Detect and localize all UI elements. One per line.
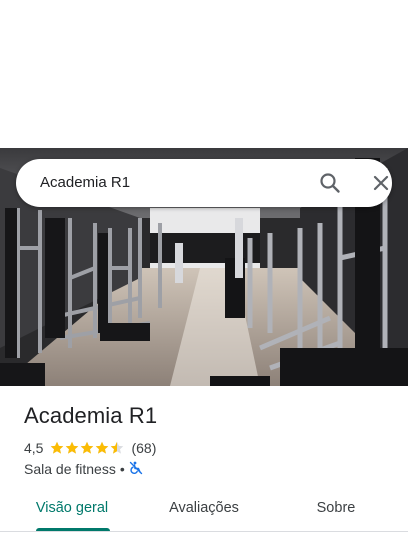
star-icon — [81, 441, 94, 454]
separator-dot: • — [119, 461, 125, 477]
tab-reviews[interactable]: Avaliações — [156, 490, 252, 528]
close-icon[interactable] — [367, 169, 395, 197]
star-icon — [111, 441, 124, 454]
star-rating — [50, 441, 125, 455]
search-bar[interactable]: Academia R1 — [16, 159, 392, 207]
tabs-divider — [0, 531, 408, 532]
place-category: Sala de fitness — [24, 461, 116, 477]
wheelchair-not-accessible-icon[interactable] — [129, 461, 143, 478]
rating-value: 4,5 — [24, 440, 44, 456]
tab-overview[interactable]: Visão geral — [24, 490, 120, 528]
search-input[interactable]: Academia R1 — [40, 159, 130, 207]
star-icon — [96, 441, 109, 454]
star-icon — [66, 441, 79, 454]
review-count[interactable]: (68) — [131, 440, 156, 456]
star-icon — [51, 441, 64, 454]
search-icon[interactable] — [316, 169, 344, 197]
place-title: Academia R1 — [24, 403, 158, 428]
place-tabs: Visão geral Avaliações Sobre — [0, 490, 408, 531]
top-blank-area — [0, 0, 408, 148]
tab-about[interactable]: Sobre — [300, 490, 372, 528]
category-row: Sala de fitness • — [24, 460, 143, 478]
rating-row[interactable]: 4,5 (68) — [24, 439, 156, 457]
